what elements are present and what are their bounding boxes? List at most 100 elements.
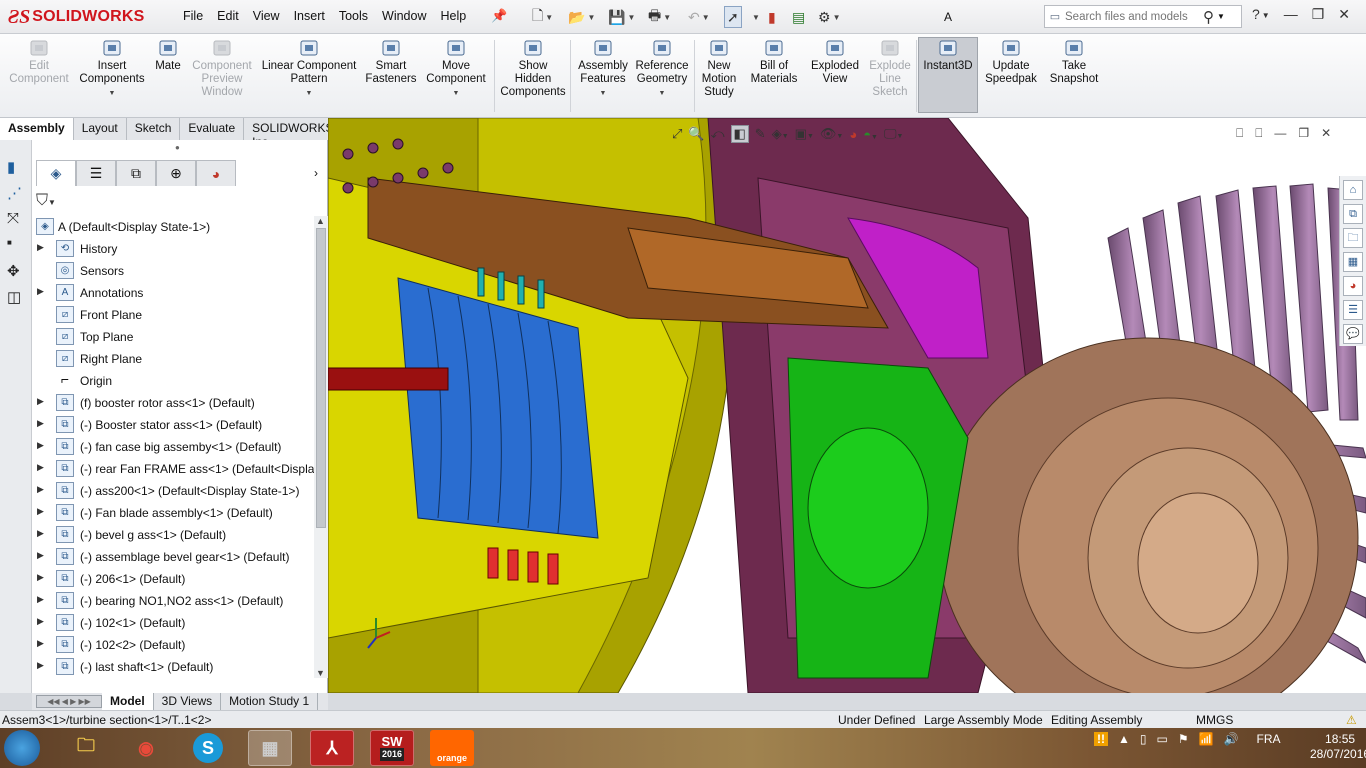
view-orientation-icon[interactable]: ◈▼ (772, 126, 789, 142)
bottom-tab-motion-study-1[interactable]: Motion Study 1 (221, 693, 319, 710)
tree-item[interactable]: ⧄ Front Plane (32, 304, 314, 326)
menu-help[interactable]: Help (441, 9, 467, 23)
bottom-tab-model[interactable]: Model (102, 693, 154, 710)
gfx-minimize-icon[interactable]: — (1274, 126, 1286, 141)
open-button[interactable]: 📂 ▼ (568, 6, 595, 28)
search-dropdown-icon[interactable]: ▼ (1217, 12, 1225, 21)
tree-item[interactable]: ▶ ⧉ (-) 102<1> (Default) (32, 612, 314, 634)
command-linear-pattern-button[interactable]: Linear Component Pattern ▼ (256, 38, 362, 100)
expand-arrow-icon[interactable]: ▶ (37, 484, 47, 495)
zoom-to-fit-icon[interactable]: ⤢ (672, 126, 682, 142)
start-orb-icon[interactable] (4, 730, 40, 766)
bottom-tab-3d-views[interactable]: 3D Views (154, 693, 222, 710)
unit-system[interactable]: MMGS (1196, 713, 1233, 727)
edit-appearance-icon[interactable]: ◕ (849, 127, 857, 142)
select-dropdown[interactable]: ▼ (750, 6, 760, 28)
expand-arrow-icon[interactable]: ▶ (37, 572, 47, 583)
dropdown-arrow-icon[interactable]: ▼ (109, 87, 116, 100)
command-bom-button[interactable]: Bill of Materials (744, 38, 804, 86)
expand-arrow-icon[interactable]: ▶ (37, 550, 47, 561)
featuremanager-tab[interactable]: ◈ (36, 160, 76, 186)
restore-icon[interactable]: ❐ (1312, 6, 1325, 23)
panel-splitter-icon[interactable]: ● (175, 143, 180, 152)
expand-arrow-icon[interactable]: ▶ (37, 660, 47, 671)
tree-scrollbar[interactable]: ▲ ▼ (314, 216, 328, 678)
close-icon[interactable]: ✕ (1338, 6, 1350, 23)
dropdown-arrow-icon[interactable]: ▼ (453, 87, 460, 100)
scroll-up-icon[interactable]: ▲ (316, 216, 325, 226)
tree-item[interactable]: ▶ ⧉ (-) ass200<1> (Default<Display State-1… (32, 480, 314, 502)
command-edit-component-button[interactable]: Edit Component (2, 38, 76, 86)
tab-layout[interactable]: Layout (73, 118, 127, 140)
acrobat-icon[interactable]: ⅄ (310, 730, 354, 766)
search-box[interactable]: ▭ ⚲ ▼ (1044, 5, 1242, 28)
expand-arrow-icon[interactable]: ▶ (37, 418, 47, 429)
command-show-hidden-button[interactable]: Show Hidden Components (498, 38, 568, 99)
tree-item[interactable]: ⧄ Right Plane (32, 348, 314, 370)
display-manager-tab[interactable]: ◕ (196, 160, 236, 186)
command-assembly-features-button[interactable]: Assembly Features ▼ (574, 38, 632, 100)
tree-item[interactable]: ▶ ⧉ (-) Booster stator ass<1> (Default) (32, 414, 314, 436)
solidworks-resources-icon[interactable]: ⌂ (1343, 180, 1363, 200)
view-palette-icon[interactable]: ▦ (1343, 252, 1363, 272)
tree-item[interactable]: ▶ ⧉ (-) 102<2> (Default) (32, 634, 314, 656)
menu-window[interactable]: Window (382, 9, 426, 23)
tree-item[interactable]: ▶ ⧉ (-) fan case big assemby<1> (Default) (32, 436, 314, 458)
propertymanager-tab[interactable]: ☰ (76, 160, 116, 186)
battery-icon[interactable]: ▭ (1157, 732, 1168, 746)
expand-arrow-icon[interactable]: ▶ (37, 616, 47, 627)
tab-scroll-arrows[interactable]: ◀◀ ◀ ▶ ▶▶ (36, 695, 102, 708)
show-hidden-icons-icon[interactable]: ▲ (1118, 732, 1130, 746)
search-scope-icon[interactable]: ▭ (1045, 10, 1065, 23)
select-button[interactable]: ➚ (724, 6, 742, 28)
expand-arrow-icon[interactable]: ▶ (37, 286, 47, 297)
expand-arrow-icon[interactable]: ▶ (37, 462, 47, 473)
dropdown-arrow-icon[interactable]: ▼ (306, 87, 313, 100)
help-dropdown-icon[interactable]: ▼ (1262, 11, 1270, 23)
menu-view[interactable]: View (253, 9, 280, 23)
pin-icon[interactable]: 📌 (491, 8, 507, 24)
split-right-icon[interactable]: ⎕ (1255, 126, 1262, 141)
language-indicator[interactable]: FRA (1257, 732, 1281, 746)
tree-item[interactable]: ▶ ⧉ (f) booster rotor ass<1> (Default) (32, 392, 314, 414)
axis-triad-icon[interactable]: ⤧ (7, 210, 25, 228)
rebuild-button[interactable]: ▮ (768, 6, 776, 28)
command-smart-fasteners-button[interactable]: Smart Fasteners (364, 38, 418, 86)
command-component-preview-button[interactable]: Component Preview Window (190, 38, 254, 99)
print-button[interactable]: 🖶 ▼ (648, 6, 671, 28)
expand-arrow-icon[interactable]: ▶ (37, 440, 47, 451)
file-explorer-pane-icon[interactable]: 🗀 (1343, 228, 1363, 248)
dropdown-arrow-icon[interactable]: ▼ (659, 87, 666, 100)
tree-item[interactable]: ▶ ⧉ (-) 206<1> (Default) (32, 568, 314, 590)
command-speedpak-button[interactable]: Update Speedpak (982, 38, 1040, 86)
mate-reference-icon[interactable]: ✥ (7, 262, 25, 280)
scroll-down-icon[interactable]: ▼ (316, 668, 325, 678)
tree-item[interactable]: ▶ ⧉ (-) bearing NO1,NO2 ass<1> (Default) (32, 590, 314, 612)
command-reference-geometry-button[interactable]: Reference Geometry ▼ (632, 38, 692, 100)
command-instant3d-button[interactable]: Instant3D (918, 37, 978, 113)
dropdown-arrow-icon[interactable]: ▼ (600, 87, 607, 100)
search-icon[interactable]: ⚲ (1203, 8, 1214, 26)
component-icon[interactable]: ◫ (7, 288, 25, 306)
book-icon[interactable]: ▮ (7, 158, 25, 176)
options-button[interactable]: ⚙ ▼ (818, 6, 840, 28)
gfx-close-icon[interactable]: ✕ (1321, 126, 1331, 141)
command-mate-button[interactable]: Mate (148, 38, 188, 73)
undo-button[interactable]: ↶ ▼ (688, 6, 710, 28)
view-settings-icon[interactable]: 🖵▼ (884, 126, 903, 142)
network-icon[interactable]: 📶 (1199, 732, 1214, 746)
command-motion-study-button[interactable]: New Motion Study (698, 38, 740, 99)
apply-scene-icon[interactable]: ◓▼ (863, 127, 878, 142)
menu-insert[interactable]: Insert (294, 9, 325, 23)
tab-evaluate[interactable]: Evaluate (180, 118, 245, 140)
graphics-area[interactable] (328, 118, 1366, 693)
notification-alert-icon[interactable]: !! (1094, 732, 1108, 746)
display-style-icon[interactable]: ▣▼ (795, 126, 814, 142)
system-monitor-icon[interactable]: ▦ (248, 730, 292, 766)
appearances-icon[interactable]: ◕ (1343, 276, 1363, 296)
tree-item[interactable]: ▶ ⧉ (-) last shaft<1> (Default) (32, 656, 314, 678)
hide-show-icon[interactable]: 👁▼ (820, 126, 843, 142)
search-input[interactable] (1065, 10, 1199, 23)
skype-icon[interactable]: S (193, 733, 223, 763)
command-move-component-button[interactable]: Move Component ▼ (420, 38, 492, 100)
